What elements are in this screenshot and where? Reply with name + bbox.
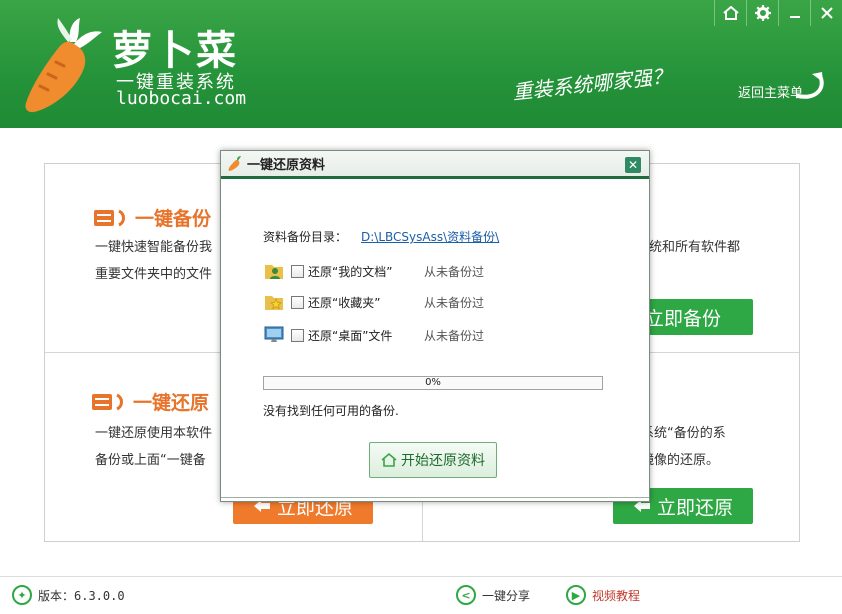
share-text: 一键分享 [482,588,531,603]
minimize-icon[interactable] [778,0,810,26]
restore-data-dialog: 一键还原资料 ✕ 资料备份目录： D:\LBCSysAss\资料备份\ 还原“我… [220,150,650,502]
home-icon[interactable] [714,0,746,26]
video-icon: ▶ [566,585,586,605]
restore-item-status: 从未备份过 [424,295,485,310]
restore-item-row: 还原“收藏夹” 从未备份过 [263,291,484,313]
dialog-close-button[interactable]: ✕ [625,157,641,173]
star-folder-icon [265,296,283,310]
backup-description-right: 统和所有软件都 [649,240,741,255]
restore-favorites-checkbox[interactable] [291,295,304,309]
restore-desktop-checkbox[interactable] [291,328,304,342]
restore-progress-bar: 0% [263,376,603,390]
desktop-icon [264,326,284,342]
restore-description-right: 系统“备份的系 镜像的还原。 [641,420,726,474]
tutorial-link[interactable]: ▶ 视频教程 [566,585,640,605]
slogan-text: 重装系统哪家强？ [511,63,673,105]
restore-item-label: 还原“收藏夹” [308,295,381,310]
start-restore-label: 开始还原资料 [401,453,485,469]
brand-url: luobocai.com [116,88,247,109]
carrot-logo-icon [25,18,102,113]
window-controls [714,0,842,26]
restore-item-row: 还原“我的文档” 从未备份过 [263,260,484,282]
restore-description: 一键还原使用本软件 备份或上面“一键备 [95,420,212,474]
status-bar: ✦ 版本：6.3.0.0 < 一键分享 ▶ 视频教程 [0,576,842,614]
restore-item-label: 还原“我的文档” [308,264,393,279]
app-header: 萝卜菜 一键重装系统 luobocai.com 重装系统哪家强？ 返回主菜单 [0,0,842,128]
restore-item-status: 从未备份过 [424,328,485,343]
version-text: 版本：6.3.0.0 [38,588,125,603]
dialog-body: 资料备份目录： D:\LBCSysAss\资料备份\ 还原“我的文档” 从未备份… [221,182,649,498]
home-icon [381,452,397,467]
dialog-title: 一键还原资料 [247,158,326,173]
user-folder-icon [265,265,283,279]
restore-icon [92,393,123,410]
backup-dir-row: 资料备份目录： D:\LBCSysAss\资料备份\ [263,228,499,245]
backup-icon [94,209,125,226]
backup-title-text: 一键备份 [135,208,212,230]
restore-desc-line: 镜像的还原。 [641,453,720,468]
backup-desc-line: 一键快速智能备份我 [95,240,213,255]
restore-desc-line: 备份或上面“一键备 [95,453,206,468]
dialog-titlebar[interactable]: 一键还原资料 ✕ [221,151,649,179]
restore-item-row: 还原“桌面”文件 从未备份过 [263,324,484,346]
carrot-small-icon [228,155,241,171]
restore-desc-line: 系统“备份的系 [641,426,726,441]
version-info: ✦ 版本：6.3.0.0 [12,585,125,605]
restore-title-text: 一键还原 [133,392,210,414]
close-icon[interactable] [810,0,842,26]
restore-desc-line: 一键还原使用本软件 [95,426,213,441]
start-restore-button[interactable]: 开始还原资料 [369,442,497,478]
backup-dir-link[interactable]: D:\LBCSysAss\资料备份\ [361,228,499,245]
restore-documents-checkbox[interactable] [291,264,304,278]
back-to-main-button[interactable]: 返回主菜单 [738,66,834,110]
restore-section-title: 一键还原 [91,388,209,415]
restore-item-label: 还原“桌面”文件 [308,328,393,343]
tutorial-text: 视频教程 [592,588,641,603]
backup-description: 一键快速智能备份我 重要文件夹中的文件 [95,234,212,288]
restore-now-label: 立即还原 [656,496,733,519]
restore-item-status: 从未备份过 [424,264,485,279]
backup-desc-line: 重要文件夹中的文件 [95,267,213,282]
progress-text: 0% [425,377,441,388]
share-link[interactable]: < 一键分享 [456,585,530,605]
share-icon: < [456,585,476,605]
status-message: 没有找到任何可用的备份. [263,404,399,418]
backup-dir-label: 资料备份目录： [263,230,348,244]
backup-now-label: 立即备份 [644,307,721,330]
backup-section-title: 一键备份 [93,204,211,231]
back-arrow-icon [796,72,824,99]
carrot-small-icon: ✦ [12,585,32,605]
gear-icon[interactable] [746,0,778,26]
